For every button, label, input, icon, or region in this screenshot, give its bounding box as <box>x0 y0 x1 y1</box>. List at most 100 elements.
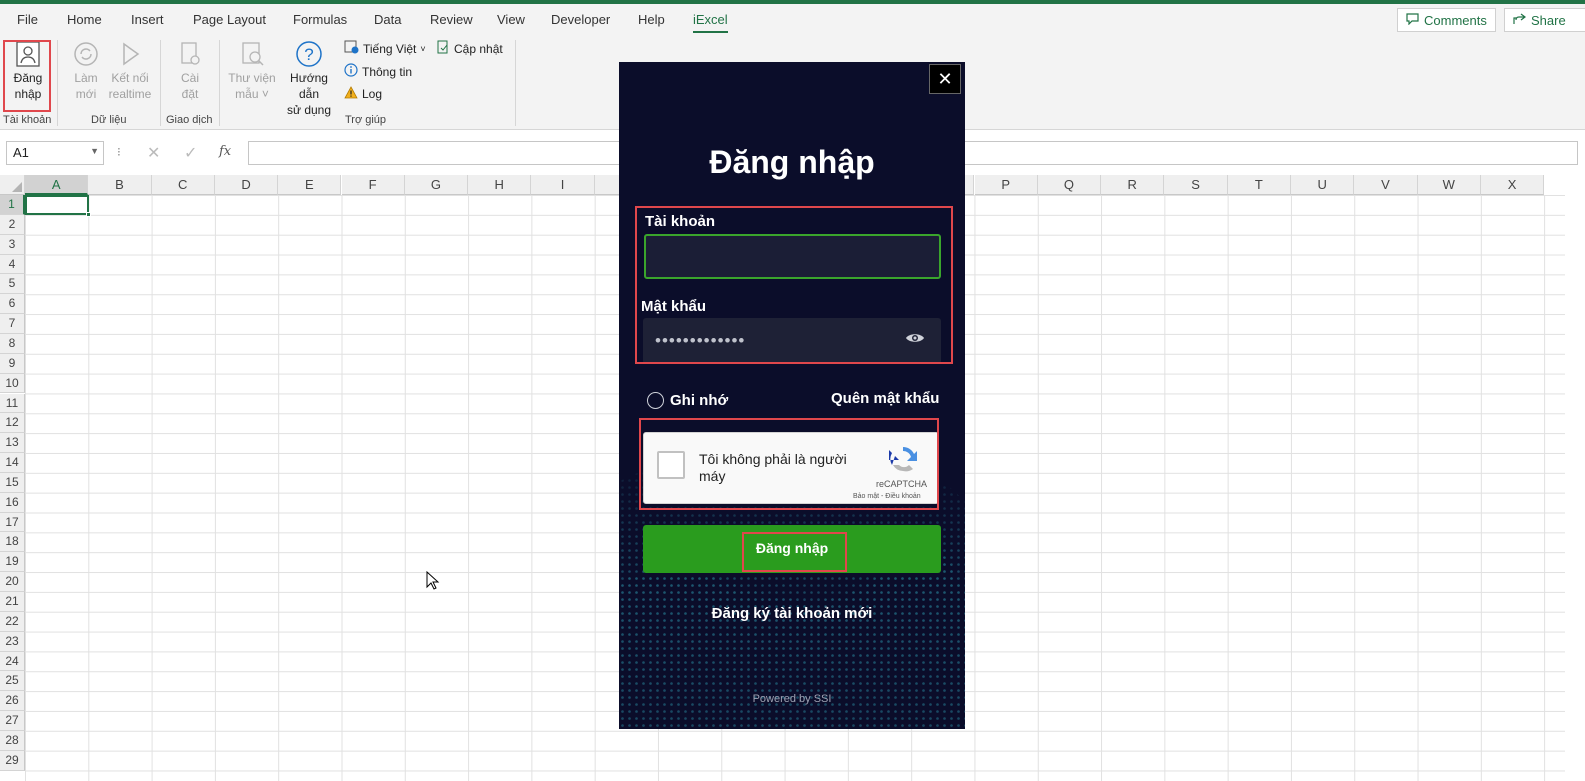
tab-review[interactable]: Review <box>430 12 473 27</box>
row-header[interactable]: 20 <box>0 572 25 592</box>
column-header[interactable]: E <box>278 175 342 195</box>
login-dialog: ✕ Đăng nhập Tài khoản Mật khẩu •••••••••… <box>619 62 965 729</box>
tab-developer[interactable]: Developer <box>551 12 610 27</box>
ribbon-separator <box>515 40 516 126</box>
language-label: Tiếng Việt <box>363 41 417 56</box>
ribbon-separator <box>160 40 161 126</box>
fill-handle[interactable] <box>86 212 91 217</box>
row-header[interactable]: 28 <box>0 730 25 751</box>
help-question-icon: ? <box>295 40 323 68</box>
ribbon-separator <box>219 40 220 126</box>
row-header[interactable]: 10 <box>0 373 25 394</box>
row-header[interactable]: 8 <box>0 333 25 354</box>
row-header[interactable]: 22 <box>0 611 25 632</box>
row-header[interactable]: 13 <box>0 433 25 454</box>
row-header[interactable]: 12 <box>0 413 25 434</box>
column-header[interactable]: H <box>468 175 532 195</box>
share-button[interactable]: Share <box>1504 8 1585 32</box>
row-header[interactable]: 19 <box>0 552 25 573</box>
row-header[interactable]: 1 <box>0 195 25 215</box>
row-header[interactable]: 4 <box>0 254 25 275</box>
realtime-label-line1: Kết nối <box>111 71 149 85</box>
template-library-icon <box>238 40 266 68</box>
row-header[interactable]: 18 <box>0 532 25 553</box>
row-header[interactable]: 15 <box>0 472 25 493</box>
column-header[interactable]: P <box>974 175 1038 195</box>
highlight-credentials <box>635 206 953 364</box>
comment-icon <box>1406 12 1419 28</box>
column-header[interactable]: G <box>404 175 469 195</box>
row-header[interactable]: 29 <box>0 750 25 771</box>
column-header[interactable]: S <box>1164 175 1228 195</box>
column-header[interactable]: Q <box>1037 175 1102 195</box>
row-header[interactable]: 17 <box>0 512 25 533</box>
forgot-password-link[interactable]: Quên mật khẩu <box>831 390 939 407</box>
column-header[interactable]: F <box>341 175 405 195</box>
row-header[interactable]: 23 <box>0 631 25 652</box>
tab-page-layout[interactable]: Page Layout <box>193 12 266 27</box>
tab-help[interactable]: Help <box>638 12 665 27</box>
function-icon[interactable]: fx <box>219 144 231 159</box>
row-header[interactable]: 2 <box>0 214 25 235</box>
share-label: Share <box>1531 12 1566 28</box>
column-header[interactable]: T <box>1227 175 1291 195</box>
cancel-icon: ✕ <box>147 145 161 162</box>
row-header[interactable]: 11 <box>0 393 25 414</box>
library-label-line2: mẫu ˅ <box>235 87 269 101</box>
close-button[interactable]: ✕ <box>929 64 961 94</box>
row-header[interactable]: 14 <box>0 453 25 473</box>
select-all-corner[interactable] <box>0 175 25 195</box>
column-header[interactable]: U <box>1291 175 1355 195</box>
row-header[interactable]: 6 <box>0 294 25 315</box>
refresh-ribbon-button[interactable]: Làm mới <box>66 40 106 102</box>
column-header[interactable]: A <box>25 175 89 195</box>
update-label: Cập nhật <box>454 41 503 56</box>
row-header[interactable]: 16 <box>0 492 25 513</box>
tab-formulas[interactable]: Formulas <box>293 12 347 27</box>
tab-file[interactable]: File <box>17 12 38 27</box>
chevron-down-icon: ▼ <box>90 146 99 156</box>
row-header[interactable]: 25 <box>0 671 25 692</box>
selected-cell-a1[interactable] <box>25 195 91 217</box>
name-box[interactable]: A1 ▼ <box>6 141 104 165</box>
settings-ribbon-button[interactable]: Cài đặt <box>170 40 210 102</box>
tab-view[interactable]: View <box>497 12 525 27</box>
column-header[interactable]: R <box>1101 175 1165 195</box>
column-header[interactable]: V <box>1354 175 1418 195</box>
library-label-text: mẫu <box>235 87 259 101</box>
tab-data[interactable]: Data <box>374 12 401 27</box>
info-button[interactable]: Thông tin <box>344 63 412 80</box>
realtime-ribbon-button[interactable]: Kết nối realtime <box>107 40 153 102</box>
column-header[interactable]: W <box>1417 175 1481 195</box>
row-header[interactable]: 21 <box>0 592 25 612</box>
log-button[interactable]: Log <box>344 86 382 102</box>
row-header[interactable]: 26 <box>0 691 25 712</box>
column-header[interactable]: B <box>88 175 152 195</box>
tab-home[interactable]: Home <box>67 12 102 27</box>
language-icon <box>344 40 359 57</box>
row-header[interactable]: 5 <box>0 274 25 295</box>
library-ribbon-button[interactable]: Thư viện mẫu ˅ <box>227 40 277 102</box>
column-header[interactable]: C <box>151 175 215 195</box>
refresh-icon <box>72 40 100 68</box>
row-header[interactable]: 24 <box>0 651 25 672</box>
language-dropdown[interactable]: Tiếng Việt ˅ <box>344 40 426 57</box>
refresh-label-line1: Làm <box>74 71 98 85</box>
register-link[interactable]: Đăng ký tài khoản mới <box>619 605 965 622</box>
tab-iexcel[interactable]: iExcel <box>693 12 728 33</box>
column-header[interactable]: I <box>531 175 595 195</box>
tab-insert[interactable]: Insert <box>131 12 164 27</box>
column-header[interactable]: D <box>214 175 279 195</box>
row-header[interactable]: 3 <box>0 234 25 255</box>
row-header[interactable]: 27 <box>0 711 25 731</box>
guide-ribbon-button[interactable]: ? Hướng dẫn sử dụng <box>279 40 339 118</box>
update-button[interactable]: Cập nhật <box>436 40 503 57</box>
remember-toggle[interactable]: Ghi nhớ <box>647 392 728 409</box>
settings-icon <box>176 40 204 68</box>
mouse-cursor-icon <box>426 571 440 590</box>
row-header[interactable]: 9 <box>0 353 25 374</box>
realtime-label-line2: realtime <box>108 87 152 101</box>
comments-button[interactable]: Comments <box>1397 8 1496 32</box>
row-header[interactable]: 7 <box>0 314 25 334</box>
column-header[interactable]: X <box>1480 175 1545 195</box>
